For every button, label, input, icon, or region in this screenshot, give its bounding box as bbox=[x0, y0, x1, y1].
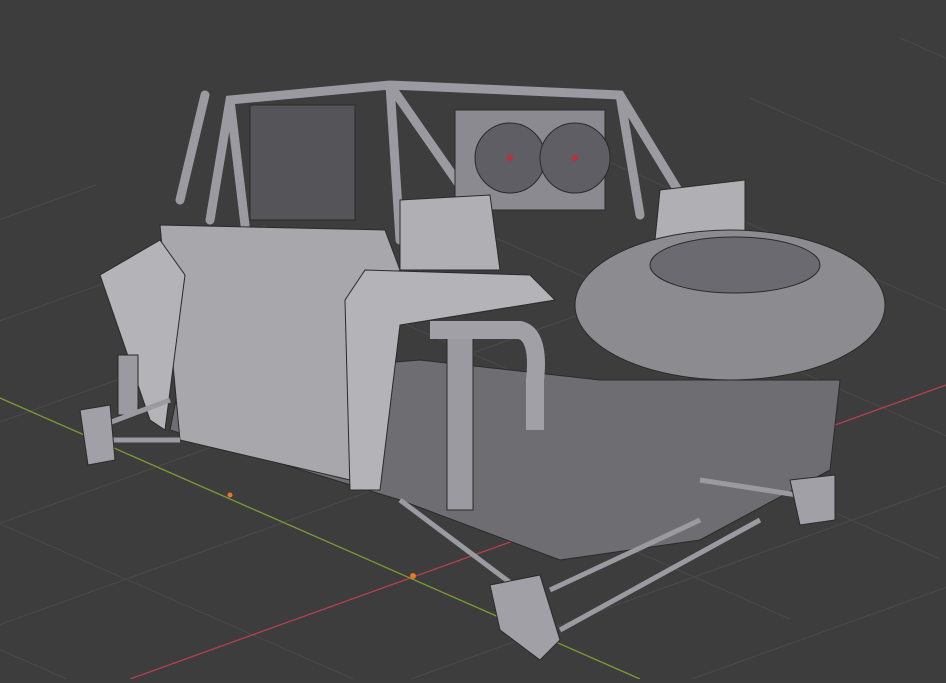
front-shock bbox=[117, 354, 139, 416]
window-net bbox=[249, 104, 356, 221]
origin-point bbox=[227, 492, 233, 498]
fan-hub bbox=[507, 155, 513, 161]
grid-line bbox=[0, 523, 354, 680]
front-fender bbox=[99, 239, 186, 431]
3d-viewport[interactable] bbox=[0, 0, 946, 680]
spare-tire-rim bbox=[649, 236, 821, 294]
grid-line bbox=[691, 587, 946, 680]
grid-line bbox=[899, 37, 946, 59]
front-hub bbox=[79, 404, 116, 466]
viewport-canvas[interactable] bbox=[0, 0, 946, 680]
seat-back bbox=[399, 194, 501, 271]
side-hub bbox=[789, 474, 836, 526]
buggy-model[interactable] bbox=[79, 80, 886, 661]
grid-line bbox=[0, 649, 67, 680]
origin-point bbox=[410, 573, 416, 579]
grid-line bbox=[0, 184, 97, 221]
fan-hub bbox=[572, 155, 578, 161]
grid-line bbox=[749, 97, 946, 185]
rear-shock bbox=[446, 329, 474, 511]
